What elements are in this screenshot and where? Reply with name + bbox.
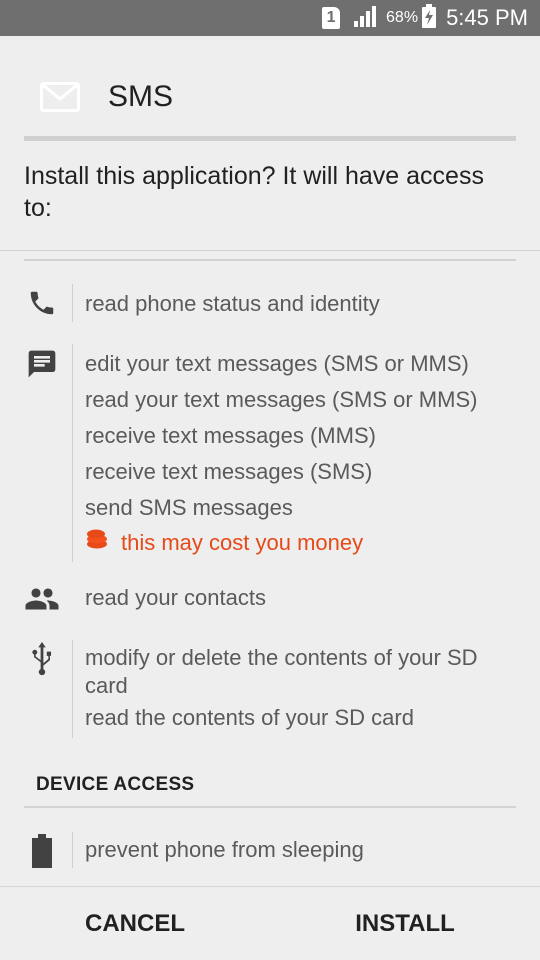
cancel-button[interactable]: CANCEL — [0, 890, 270, 958]
permission-text: modify or delete the contents of your SD… — [85, 645, 478, 698]
permission-divider — [72, 640, 73, 738]
message-icon — [24, 348, 60, 380]
install-question: Install this application? It will have a… — [24, 162, 484, 222]
usb-icon — [24, 642, 60, 676]
permission-text: prevent phone from sleeping — [85, 837, 364, 862]
divider — [0, 250, 540, 251]
permission-divider — [72, 344, 73, 562]
status-bar: 1 68% 5:45 PM — [0, 0, 540, 36]
signal-icon — [354, 5, 380, 32]
permission-group-messages: edit your text messages (SMS or MMS) rea… — [0, 344, 540, 562]
permission-group-contacts: read your contacts — [0, 580, 540, 620]
mail-icon — [40, 82, 80, 117]
cost-warning: this may cost you money — [85, 526, 525, 559]
battery-charging-icon — [422, 3, 437, 33]
install-button[interactable]: INSTALL — [270, 890, 540, 958]
permission-text: receive text messages (SMS) — [85, 459, 373, 484]
sim-icon: 1 — [322, 7, 341, 29]
app-title: SMS — [108, 80, 174, 113]
cost-warning-text: this may cost you money — [121, 529, 364, 555]
permission-text: read phone status and identity — [85, 291, 380, 316]
permission-text: edit your text messages (SMS or MMS) — [85, 351, 469, 376]
permission-text: receive text messages (MMS) — [85, 423, 376, 448]
permission-text: send SMS messages — [85, 495, 293, 520]
permission-divider — [72, 284, 73, 322]
clock: 5:45 PM — [446, 5, 528, 30]
permission-text: read the contents of your SD card — [85, 705, 414, 730]
header-divider — [24, 136, 516, 141]
permission-divider — [72, 832, 73, 868]
permissions-top-divider — [24, 259, 516, 261]
permission-group-device: prevent phone from sleeping — [0, 832, 540, 870]
coins-icon — [85, 526, 109, 559]
battery-icon — [24, 834, 60, 868]
battery-percent: 68% — [386, 9, 419, 26]
phone-icon — [24, 288, 60, 318]
section-divider — [24, 806, 516, 808]
button-bar-divider — [0, 886, 540, 887]
dialog-header: SMS — [0, 36, 540, 140]
permission-text: read your text messages (SMS or MMS) — [85, 387, 478, 412]
device-access-heading: DEVICE ACCESS — [36, 774, 195, 795]
people-icon — [24, 584, 60, 614]
permission-group-storage: modify or delete the contents of your SD… — [0, 640, 540, 738]
permission-text: read your contacts — [85, 585, 266, 610]
permission-group-phone: read phone status and identity — [0, 284, 540, 324]
